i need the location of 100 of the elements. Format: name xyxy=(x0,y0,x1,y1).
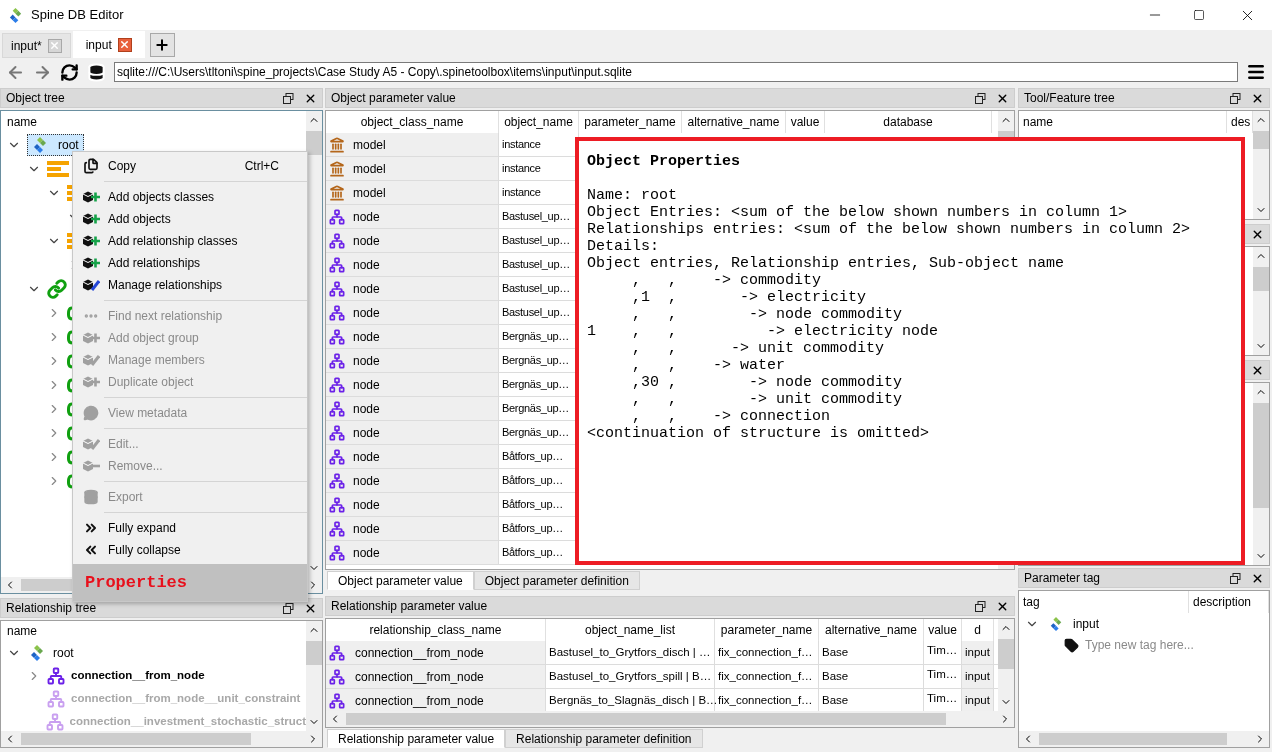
float-icon[interactable] xyxy=(283,602,294,614)
relationship-icon xyxy=(329,668,345,685)
column-header[interactable]: parameter_name xyxy=(579,111,682,133)
horizontal-scrollbar[interactable] xyxy=(1019,731,1269,747)
cell-text: node xyxy=(353,232,380,250)
float-icon[interactable] xyxy=(283,92,294,104)
horizontal-scrollbar[interactable] xyxy=(326,711,1014,727)
network-icon xyxy=(329,400,345,417)
scrollbar-thumb[interactable] xyxy=(306,641,322,665)
cell-text: model xyxy=(353,184,386,202)
tree-item[interactable]: root xyxy=(53,643,74,662)
table-cell: Base xyxy=(819,665,924,688)
cube-plus-icon xyxy=(81,255,100,271)
horizontal-scrollbar[interactable] xyxy=(1,731,322,747)
float-icon[interactable] xyxy=(975,92,986,104)
tab[interactable]: input* xyxy=(2,33,71,58)
database-icon[interactable] xyxy=(87,62,106,82)
menu-item[interactable]: Manage relationships xyxy=(73,274,307,296)
menu-item[interactable]: Add objects classes xyxy=(73,186,307,208)
scrollbar-thumb[interactable] xyxy=(1253,131,1269,149)
tree-item[interactable]: input xyxy=(1073,615,1100,633)
cell-text: node xyxy=(353,544,380,562)
popup-text-line: , , -> node commodity xyxy=(631,306,904,323)
building-icon xyxy=(329,184,345,201)
cell-text: node xyxy=(353,304,380,322)
building-icon xyxy=(329,160,345,177)
maximize-icon[interactable] xyxy=(1193,9,1205,21)
tree-item[interactable]: connection__from_node xyxy=(71,666,205,685)
table-cell: Bastusel_to_Grytfors_disch | … xyxy=(546,641,715,664)
tree-item[interactable]: root xyxy=(27,134,84,156)
network-icon xyxy=(329,448,345,465)
dock-title: Tool/Feature tree xyxy=(1024,90,1115,107)
tab[interactable]: Relationship parameter value xyxy=(327,729,506,748)
network-icon xyxy=(329,376,345,393)
relationship-icon xyxy=(329,692,345,709)
vertical-scrollbar[interactable] xyxy=(1253,247,1269,355)
menu-item[interactable]: Fully collapse xyxy=(73,539,307,561)
column-header[interactable]: value xyxy=(786,111,825,133)
cell-text: model xyxy=(353,136,386,154)
cube-plus-icon xyxy=(81,211,100,227)
cell-text: model xyxy=(353,160,386,178)
tab[interactable]: Relationship parameter definition xyxy=(505,729,703,748)
scrollbar-thumb[interactable] xyxy=(21,733,251,745)
popup-text-line: Details: xyxy=(587,238,660,255)
popup-text-line: , , -> water xyxy=(631,357,787,374)
cube-minus-icon xyxy=(81,458,100,474)
link-icon xyxy=(67,449,73,465)
dock-title: Object parameter value xyxy=(331,90,456,107)
cube-plus-icon xyxy=(81,374,100,390)
column-header[interactable]: name xyxy=(1,111,306,133)
popup-text-line: , , -> connection xyxy=(631,408,832,425)
scrollbar-thumb[interactable] xyxy=(1253,403,1269,508)
scrollbar-thumb[interactable] xyxy=(346,713,946,725)
column-header[interactable]: parameter_name xyxy=(715,619,819,641)
new-tag-field[interactable]: Type new tag here... xyxy=(1085,636,1235,654)
column-header[interactable]: description xyxy=(1189,591,1269,613)
column-header[interactable]: alternative_name xyxy=(819,619,924,641)
refresh-icon[interactable] xyxy=(60,62,79,82)
menu-icon[interactable] xyxy=(1246,62,1266,82)
scrollbar-thumb[interactable] xyxy=(998,639,1014,669)
tab[interactable]: Object parameter value xyxy=(327,571,474,590)
column-header[interactable]: tag xyxy=(1019,591,1189,613)
float-icon[interactable] xyxy=(1230,572,1241,584)
vertical-scrollbar[interactable] xyxy=(998,619,1014,711)
menu-item[interactable]: Add relationships xyxy=(73,252,307,274)
cell-text: node xyxy=(353,472,380,490)
column-header[interactable]: alternative_name xyxy=(682,111,786,133)
cell-text: node xyxy=(353,280,380,298)
copy-icon xyxy=(82,158,99,174)
column-header[interactable]: database xyxy=(825,111,992,133)
cell-text: node xyxy=(353,424,380,442)
vertical-scrollbar[interactable] xyxy=(306,621,322,731)
vertical-scrollbar[interactable] xyxy=(1253,383,1269,565)
scrollbar-thumb[interactable] xyxy=(306,131,322,155)
column-header[interactable]: value xyxy=(924,619,962,641)
scrollbar-thumb[interactable] xyxy=(1253,267,1269,291)
url-field[interactable]: sqlite:///C:\Users\tltoni\spine_projects\Case Study A5 - Copy\.spinetoolbox\items\input\input.sqlite xyxy=(114,62,1238,82)
popup-text-line: Relationships entries: <sum of the below shown numbers in column 2> xyxy=(587,221,1192,238)
popup-text-line: 1 , , -> electricity node xyxy=(587,323,940,340)
column-header[interactable]: name xyxy=(1019,111,1227,133)
new-tab-button[interactable] xyxy=(149,33,175,57)
tab[interactable]: Object parameter definition xyxy=(473,571,640,590)
column-header[interactable]: object_name xyxy=(499,111,579,133)
menu-item[interactable]: Copy Ctrl+C xyxy=(73,155,307,177)
cell-text: node xyxy=(353,256,380,274)
vertical-scrollbar[interactable] xyxy=(1253,111,1269,219)
relationship-icon xyxy=(329,644,345,661)
cell-text: node xyxy=(353,352,380,370)
menu-item[interactable]: Add objects xyxy=(73,208,307,230)
column-header[interactable]: name xyxy=(1,621,306,641)
network-icon xyxy=(329,328,345,345)
float-icon[interactable] xyxy=(1230,92,1241,104)
link-icon xyxy=(67,305,73,321)
link-icon xyxy=(67,473,73,489)
menu-item[interactable]: Fully expand xyxy=(73,517,307,539)
column-header[interactable]: object_name_list xyxy=(546,619,715,641)
float-icon[interactable] xyxy=(975,600,986,612)
menu-item[interactable]: Add relationship classes xyxy=(73,230,307,252)
scrollbar-thumb[interactable] xyxy=(1039,733,1228,745)
tab[interactable]: input xyxy=(72,31,145,58)
